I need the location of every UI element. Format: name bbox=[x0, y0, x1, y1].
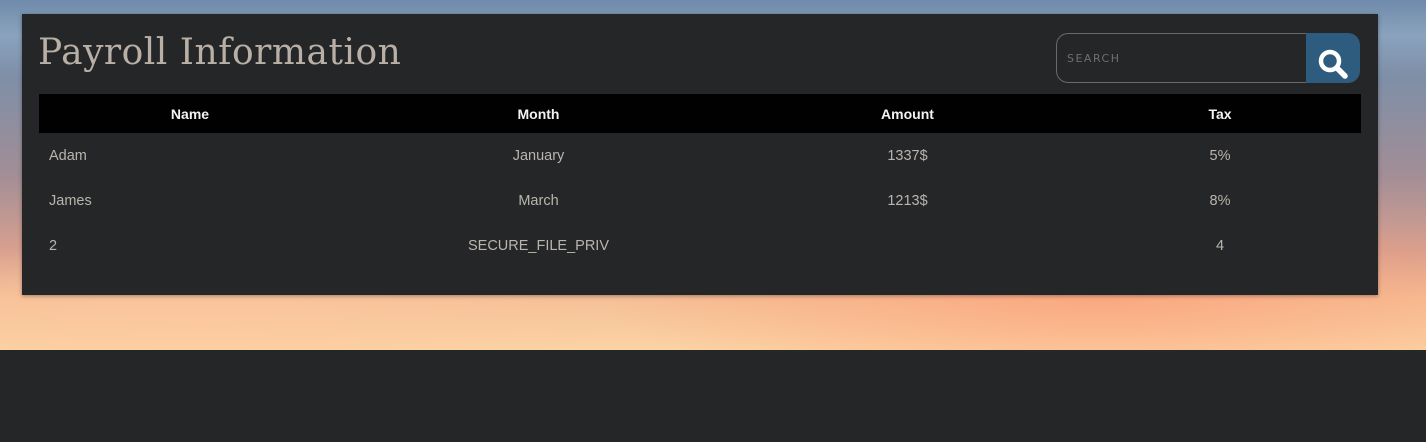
search-input[interactable] bbox=[1056, 33, 1306, 83]
column-header-month: Month bbox=[517, 105, 560, 122]
search-bar bbox=[1056, 33, 1360, 83]
table-row: 2 SECURE_FILE_PRIV 4 bbox=[39, 223, 1361, 268]
search-button[interactable] bbox=[1306, 33, 1360, 83]
cell-name: Adam bbox=[49, 147, 87, 164]
cell-month: March bbox=[518, 192, 559, 209]
cell-tax: 8% bbox=[1209, 192, 1231, 209]
cell-month: January bbox=[512, 147, 565, 164]
column-header-tax: Tax bbox=[1208, 105, 1232, 122]
cell-amount: 1213$ bbox=[887, 192, 928, 209]
table-row: Adam January 1337$ 5% bbox=[39, 133, 1361, 178]
cell-tax: 4 bbox=[1215, 237, 1225, 254]
cell-tax: 5% bbox=[1209, 147, 1231, 164]
search-icon bbox=[1318, 49, 1348, 79]
page-footer-area bbox=[0, 350, 1426, 442]
cell-name: James bbox=[49, 192, 92, 209]
page-title: Payroll Information bbox=[38, 32, 402, 73]
cell-amount: 1337$ bbox=[887, 147, 928, 164]
column-header-amount: Amount bbox=[881, 105, 934, 122]
payroll-panel: Payroll Information Name Month Amount Ta… bbox=[22, 14, 1378, 295]
cell-name: 2 bbox=[49, 237, 58, 254]
payroll-table-container: Name Month Amount Tax Adam January 1337$… bbox=[39, 94, 1361, 268]
table-row: James March 1213$ 8% bbox=[39, 178, 1361, 223]
column-header-name: Name bbox=[170, 105, 210, 122]
cell-month: SECURE_FILE_PRIV bbox=[467, 237, 610, 254]
table-header-row: Name Month Amount Tax bbox=[39, 94, 1361, 133]
cell-amount bbox=[736, 223, 1079, 268]
payroll-table: Name Month Amount Tax Adam January 1337$… bbox=[39, 94, 1361, 268]
